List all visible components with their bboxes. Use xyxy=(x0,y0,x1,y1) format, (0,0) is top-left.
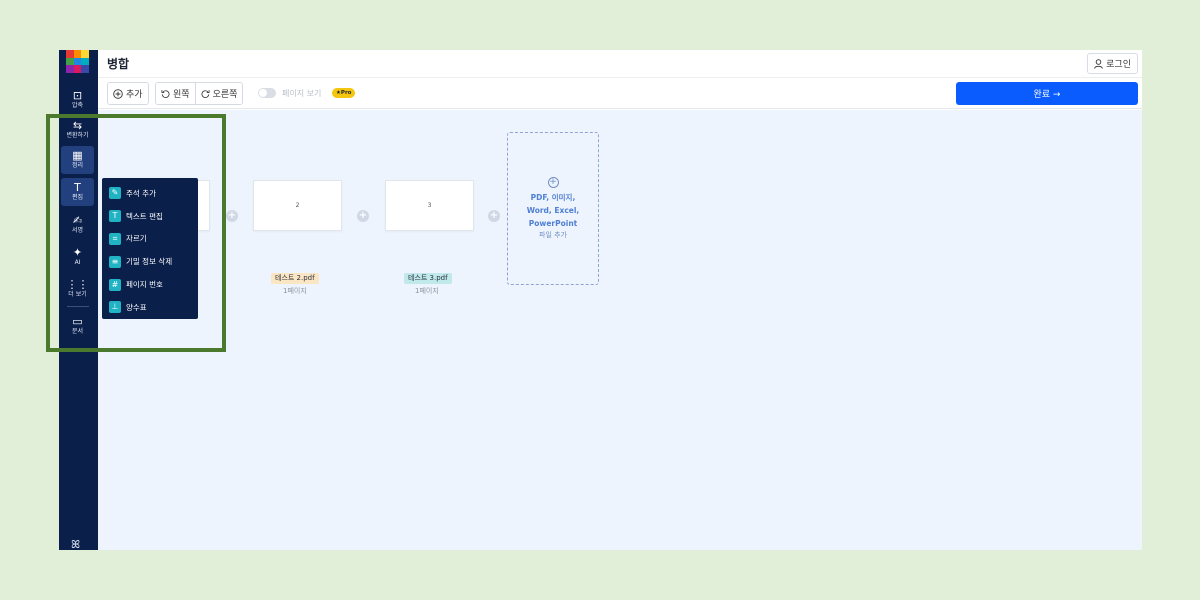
file-page-count: 1페이지 xyxy=(415,287,439,295)
redact-icon: ≡ xyxy=(109,255,121,268)
user-icon xyxy=(1094,58,1104,69)
menu-item-crop[interactable]: ⌗ 자르기 xyxy=(102,228,198,251)
sidebar-item-sign[interactable]: ✍ 서명 xyxy=(61,211,94,239)
signature-icon: ✍ xyxy=(72,214,83,227)
sidebar-item-label: 더 보기 xyxy=(68,291,87,298)
header: 병합 로그인 xyxy=(98,50,1142,78)
page-number: 3 xyxy=(427,202,432,209)
page-number: 2 xyxy=(295,202,300,209)
file-page-count: 1페이지 xyxy=(283,287,307,295)
add-button-label: 추가 xyxy=(126,90,143,100)
file-name-tag: 테스트 3.pdf xyxy=(404,273,452,284)
sidebar-item-label: 정리 xyxy=(71,162,84,169)
done-button[interactable]: 완료 → xyxy=(956,82,1138,105)
rotate-left-button[interactable]: 왼쪽 xyxy=(156,83,195,104)
page-view-label: 페이지 보기 xyxy=(282,89,322,98)
sidebar-item-edit[interactable]: T 편집 xyxy=(61,178,94,206)
sidebar-item-compress[interactable]: ⊡ 압축 xyxy=(61,86,94,114)
toolbar: 추가 왼쪽 오른쪽 페이지 보기 ★Pro 완료 → xyxy=(98,79,1142,109)
page-title: 병합 xyxy=(107,57,130,71)
text-edit-icon: T xyxy=(74,181,81,194)
sidebar-item-label: 문서 xyxy=(71,328,84,335)
app-window: ⊡ 압축 ⇆ 변환하기 ▦ 정리 T 편집 ✍ 서명 ✦ AI ⋮⋮ 더 보기 … xyxy=(59,50,1142,550)
add-file-dropzone[interactable]: + PDF, 이미지, Word, Excel, PowerPoint 파일 추… xyxy=(507,132,599,285)
add-file-label: 파일 추가 xyxy=(539,231,567,239)
sidebar-item-more[interactable]: ⋮⋮ 더 보기 xyxy=(61,275,94,303)
menu-item-page-number[interactable]: # 페이지 번호 xyxy=(102,273,198,296)
rotate-right-icon xyxy=(201,90,210,98)
page-thumbnail[interactable]: 2 xyxy=(253,180,342,231)
menu-item-redact[interactable]: ≡ 기밀 정보 삭제 xyxy=(102,250,198,273)
crop-icon: ⌗ xyxy=(109,232,121,245)
sidebar-item-documents[interactable]: ▭ 문서 xyxy=(61,312,94,340)
menu-item-label: 기밀 정보 삭제 xyxy=(126,257,173,267)
compress-icon: ⊡ xyxy=(72,89,83,102)
menu-item-label: 페이지 번호 xyxy=(126,280,163,290)
rotate-right-button[interactable]: 오른쪽 xyxy=(194,83,243,104)
done-button-label: 완료 → xyxy=(1033,90,1061,100)
sidebar: ⊡ 압축 ⇆ 변환하기 ▦ 정리 T 편집 ✍ 서명 ✦ AI ⋮⋮ 더 보기 … xyxy=(59,50,98,550)
sidebar-item-label: 압축 xyxy=(71,102,84,109)
app-logo[interactable] xyxy=(66,50,89,73)
rotate-left-icon xyxy=(161,90,170,98)
menu-item-label: 주석 추가 xyxy=(126,188,156,198)
login-label: 로그인 xyxy=(1106,60,1131,70)
sidebar-item-label: 서명 xyxy=(71,227,84,234)
sidebar-item-label: AI xyxy=(74,259,81,266)
page-view-toggle[interactable] xyxy=(258,88,276,98)
page-thumbnail[interactable]: 3 xyxy=(385,180,474,231)
stamp-icon: ⊥ xyxy=(109,301,121,314)
menu-item-label: 자르기 xyxy=(126,234,147,244)
insert-plus-icon[interactable]: + xyxy=(226,210,238,222)
edit-menu: ✎ 주석 추가 T 텍스트 편집 ⌗ 자르기 ≡ 기밀 정보 삭제 # 페이지 … xyxy=(102,178,198,319)
folder-icon: ▭ xyxy=(72,315,83,328)
add-button[interactable]: 추가 xyxy=(107,82,149,105)
rotate-left-label: 왼쪽 xyxy=(173,90,190,100)
sidebar-divider xyxy=(67,306,89,307)
menu-item-stamp[interactable]: ⊥ 양수표 xyxy=(102,296,198,319)
sidebar-item-organize[interactable]: ▦ 정리 xyxy=(61,146,94,174)
annotate-icon: ✎ xyxy=(109,187,121,200)
supported-types: PDF, 이미지, Word, Excel, PowerPoint xyxy=(526,193,580,228)
add-circle-icon: + xyxy=(547,177,559,188)
add-circle-icon xyxy=(113,88,123,99)
apps-icon: ⋮⋮ xyxy=(66,278,89,291)
rotate-right-label: 오른쪽 xyxy=(212,90,238,100)
insert-plus-icon[interactable]: + xyxy=(488,210,500,222)
grid-icon: ▦ xyxy=(72,149,83,162)
convert-icon: ⇆ xyxy=(72,119,83,132)
menu-item-text-edit[interactable]: T 텍스트 편집 xyxy=(102,205,198,228)
text-edit-icon: T xyxy=(109,210,121,223)
rotate-group: 왼쪽 오른쪽 xyxy=(155,82,244,105)
user-icon[interactable]: ꕤ xyxy=(71,538,80,550)
sidebar-item-ai[interactable]: ✦ AI xyxy=(61,243,94,271)
menu-item-label: 양수표 xyxy=(126,302,147,312)
insert-plus-icon[interactable]: + xyxy=(357,210,369,222)
merge-canvas: + 2 + 3 + 테스트 2.pdf 1페이지 테스트 3.pdf 1페이지 … xyxy=(98,110,1142,550)
pro-badge: ★Pro xyxy=(332,88,356,98)
page-number-icon: # xyxy=(109,278,121,291)
sidebar-item-label: 변환하기 xyxy=(66,132,89,139)
file-name-tag: 테스트 2.pdf xyxy=(271,273,319,284)
sidebar-item-convert[interactable]: ⇆ 변환하기 xyxy=(61,116,94,144)
menu-item-label: 텍스트 편집 xyxy=(126,211,163,221)
sparkle-icon: ✦ xyxy=(72,246,83,259)
login-button[interactable]: 로그인 xyxy=(1087,53,1138,74)
sidebar-item-label: 편집 xyxy=(71,194,84,201)
menu-item-annotate[interactable]: ✎ 주석 추가 xyxy=(102,182,198,205)
